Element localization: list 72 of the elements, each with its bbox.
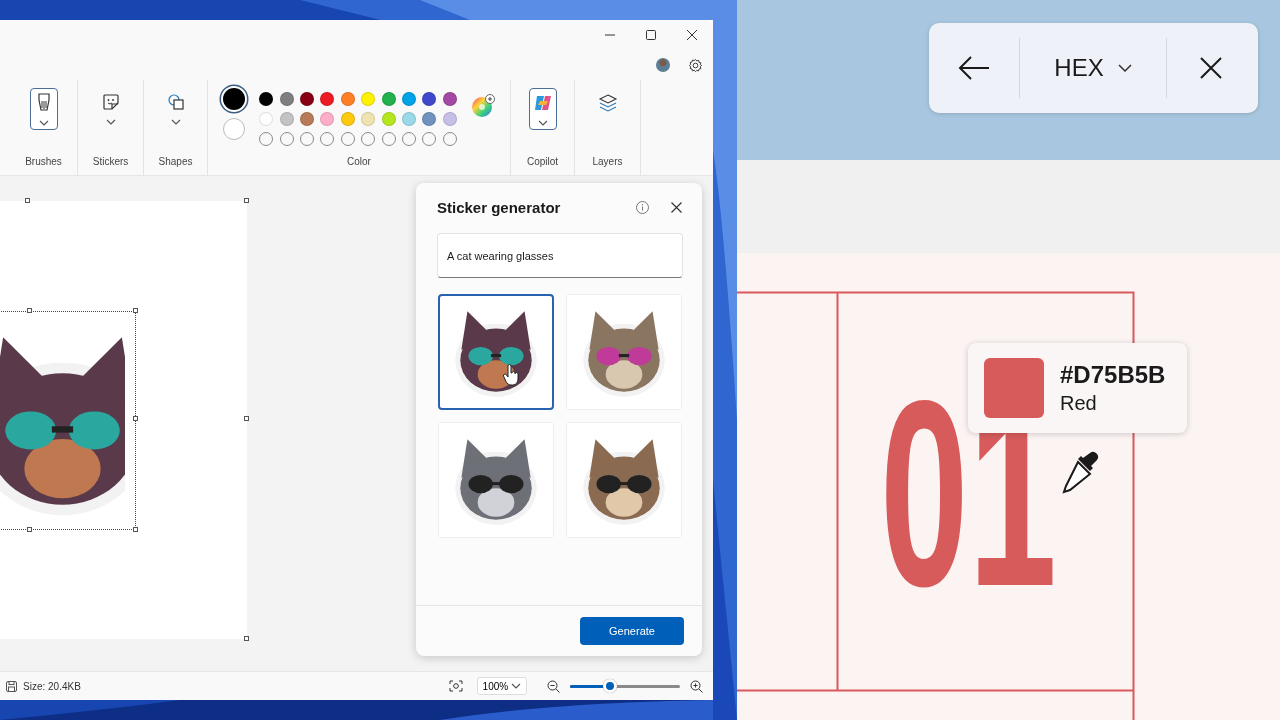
chevron-down-icon: [1117, 64, 1132, 72]
chevron-down-icon: [38, 119, 49, 126]
color-swatch[interactable]: [340, 112, 355, 126]
format-dropdown[interactable]: HEX: [1020, 38, 1166, 98]
resize-handle[interactable]: [244, 416, 249, 421]
resize-handle[interactable]: [133, 416, 138, 421]
resize-handle[interactable]: [133, 308, 138, 313]
color-swatch[interactable]: [340, 92, 355, 106]
maximize-icon: [645, 30, 656, 40]
zoom-in-icon[interactable]: [690, 679, 703, 693]
resize-handle[interactable]: [25, 198, 30, 203]
color-name: Red: [1060, 391, 1098, 416]
resize-handle[interactable]: [244, 198, 249, 203]
resize-handle[interactable]: [244, 636, 249, 641]
color-swatch[interactable]: [259, 112, 274, 126]
group-label: Layers: [592, 156, 623, 167]
chevron-down-icon: [105, 119, 116, 125]
group-label: Stickers: [92, 156, 129, 167]
color-swatch[interactable]: [422, 112, 437, 126]
generate-button[interactable]: Generate: [580, 617, 684, 645]
resize-handle[interactable]: [27, 308, 32, 313]
color-swatch[interactable]: [401, 112, 416, 126]
secondary-color[interactable]: [223, 118, 246, 140]
color-swatch[interactable]: [320, 112, 335, 126]
prompt-field[interactable]: A cat wearing glasses: [437, 233, 683, 278]
color-swatch[interactable]: [442, 92, 457, 106]
chevron-down-icon: [511, 683, 522, 689]
group-label: Color: [347, 156, 371, 167]
color-swatch[interactable]: [361, 112, 376, 126]
panel-title: Sticker generator: [437, 198, 562, 216]
hand-cursor-icon: [502, 364, 520, 386]
zoom-out-icon[interactable]: [547, 679, 560, 693]
color-swatch[interactable]: [442, 112, 457, 126]
chevron-down-icon: [170, 119, 181, 125]
settings-icon[interactable]: [688, 57, 703, 73]
group-label: Copilot: [526, 156, 559, 167]
primary-color[interactable]: [223, 88, 246, 110]
zoom-slider[interactable]: [570, 679, 680, 693]
color-swatch[interactable]: [279, 92, 294, 106]
color-swatch[interactable]: [259, 92, 274, 106]
hex-value: #D75B5B: [1060, 360, 1166, 390]
layers-icon: [597, 92, 618, 113]
color-swatch[interactable]: [320, 92, 335, 106]
resize-handle[interactable]: [133, 527, 138, 532]
color-wheel-icon[interactable]: [470, 94, 495, 118]
brushes-tool-button[interactable]: [29, 88, 58, 130]
color-swatch[interactable]: [381, 92, 396, 106]
color-swatch[interactable]: [300, 112, 314, 126]
file-size: Size: 20.4KB: [23, 680, 82, 692]
brush-icon: [36, 92, 51, 113]
avatar[interactable]: [656, 58, 670, 72]
sticker-icon: [101, 93, 120, 111]
zoom-slider-thumb[interactable]: [602, 679, 617, 693]
chevron-down-icon: [537, 119, 548, 126]
back-arrow-icon: [957, 55, 991, 81]
close-icon: [1200, 57, 1222, 79]
zoom-dropdown[interactable]: 100%: [477, 677, 527, 695]
sticker-option[interactable]: [438, 294, 554, 410]
color-swatch[interactable]: [422, 92, 437, 106]
resize-handle[interactable]: [27, 527, 32, 532]
save-icon: [6, 680, 17, 692]
close-icon: [686, 30, 697, 40]
copilot-tool-button[interactable]: [528, 88, 557, 130]
color-swatch[interactable]: [401, 92, 416, 106]
color-swatch[interactable]: [361, 92, 376, 106]
shapes-icon: [166, 93, 185, 111]
group-label: Shapes: [158, 156, 193, 167]
fit-screen-icon[interactable]: [449, 680, 463, 692]
color-swatch[interactable]: [300, 92, 314, 106]
color-swatch[interactable]: [381, 112, 396, 126]
group-label: Brushes: [25, 156, 62, 167]
color-swatch[interactable]: [279, 112, 294, 126]
